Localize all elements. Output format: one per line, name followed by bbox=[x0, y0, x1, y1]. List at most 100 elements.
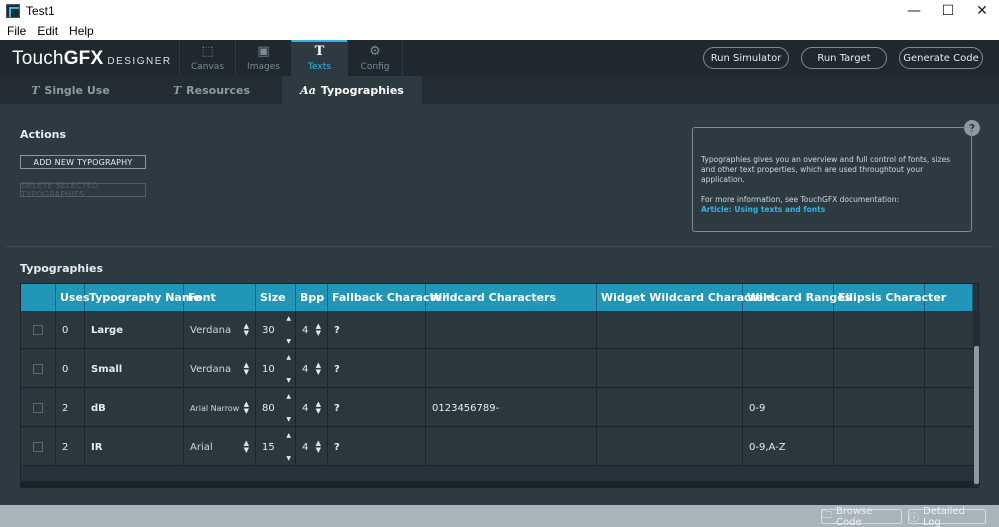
menu-file[interactable]: File bbox=[7, 24, 26, 38]
typographies-table: Uses Typography Name Font Size Bpp Fallb… bbox=[20, 283, 980, 488]
cell-fallback[interactable]: ? bbox=[328, 350, 426, 388]
updown-icon: ▲ ▼ bbox=[243, 322, 249, 337]
cell-wildcard[interactable] bbox=[426, 428, 597, 466]
row-checkbox[interactable] bbox=[33, 364, 43, 374]
cell-name[interactable]: dB bbox=[85, 389, 184, 427]
table-row[interactable]: 2 dB Arial Narrow ▲ ▼ 80 ▲ ▼ 4 ▲ ▼ ? 012345678… bbox=[21, 389, 973, 427]
tab-single-use[interactable]: T Single Use bbox=[0, 76, 141, 104]
font-select[interactable]: Arial ▲ ▼ bbox=[184, 428, 256, 466]
texts-icon: T bbox=[314, 44, 325, 59]
col-ellipsis-character[interactable]: Ellipsis Character bbox=[834, 284, 946, 311]
horizontal-scrollbar[interactable] bbox=[21, 481, 973, 488]
table-row[interactable]: 0 Small Verdana ▲ ▼ 10 ▲ ▼ 4 ▲ ▼ ? bbox=[21, 350, 973, 388]
spin-arrows-icon[interactable]: ▲ ▼ bbox=[286, 432, 291, 462]
cell-uses: 0 bbox=[56, 311, 85, 349]
cell-ranges[interactable] bbox=[743, 350, 834, 388]
cell-ellipsis[interactable] bbox=[834, 350, 925, 388]
info-icon: ⓘ bbox=[909, 513, 919, 524]
row-checkbox[interactable] bbox=[33, 442, 43, 452]
add-typography-button[interactable]: ADD NEW TYPOGRAPHY bbox=[20, 155, 146, 169]
generate-code-button[interactable]: Generate Code bbox=[899, 47, 983, 69]
row-checkbox[interactable] bbox=[33, 403, 43, 413]
col-bpp[interactable]: Bpp bbox=[296, 284, 328, 311]
col-font[interactable]: Font bbox=[184, 284, 256, 311]
col-wildcard-ranges[interactable]: Wildcard Ranges bbox=[743, 284, 851, 311]
text-resource-icon: T bbox=[172, 83, 182, 97]
cell-ranges[interactable] bbox=[743, 311, 834, 349]
bpp-select[interactable]: 4 ▲ ▼ bbox=[296, 350, 328, 388]
size-stepper[interactable]: 80 ▲ ▼ bbox=[256, 389, 296, 427]
cell-widget-wildcard[interactable] bbox=[597, 389, 743, 427]
close-icon[interactable]: ✕ bbox=[965, 0, 999, 22]
col-wildcard-characters[interactable]: Wildcard Characters bbox=[426, 284, 597, 311]
cell-widget-wildcard[interactable] bbox=[597, 311, 743, 349]
menu-bar: File Edit Help bbox=[0, 22, 999, 40]
bpp-select[interactable]: 4 ▲ ▼ bbox=[296, 311, 328, 349]
col-typography-name[interactable]: Typography Name bbox=[85, 284, 201, 311]
cell-widget-wildcard[interactable] bbox=[597, 428, 743, 466]
cell-uses: 2 bbox=[56, 428, 85, 466]
cell-ellipsis[interactable] bbox=[834, 311, 925, 349]
detailed-log-button[interactable]: ⓘ Detailed Log bbox=[908, 506, 986, 527]
folder-icon: 🗀 bbox=[822, 510, 832, 521]
cell-ranges[interactable]: 0-9,A-Z bbox=[743, 428, 834, 466]
tab-images[interactable]: ▣ Images bbox=[235, 40, 291, 76]
col-fallback-character[interactable]: Fallback Character bbox=[328, 284, 448, 311]
cell-name[interactable]: Large bbox=[85, 311, 184, 349]
tab-config[interactable]: ⚙ Config bbox=[347, 40, 403, 76]
cell-wildcard[interactable]: 0123456789- bbox=[426, 389, 597, 427]
run-target-button[interactable]: Run Target bbox=[801, 47, 887, 69]
cell-fallback[interactable]: ? bbox=[328, 389, 426, 427]
maximize-icon[interactable]: ☐ bbox=[931, 0, 965, 22]
updown-icon: ▲ ▼ bbox=[243, 400, 249, 415]
table-row[interactable]: 0 Large Verdana ▲ ▼ 30 ▲ ▼ 4 ▲ ▼ ? bbox=[21, 311, 973, 349]
vertical-scrollbar[interactable] bbox=[973, 311, 980, 487]
cell-fallback[interactable]: ? bbox=[328, 311, 426, 349]
spin-arrows-icon[interactable]: ▲ ▼ bbox=[286, 393, 291, 423]
gear-icon: ⚙ bbox=[369, 44, 381, 59]
minimize-icon[interactable]: — bbox=[897, 0, 931, 22]
updown-icon: ▲ ▼ bbox=[315, 439, 321, 454]
cell-widget-wildcard[interactable] bbox=[597, 350, 743, 388]
font-select[interactable]: Verdana ▲ ▼ bbox=[184, 311, 256, 349]
bpp-select[interactable]: 4 ▲ ▼ bbox=[296, 389, 328, 427]
tab-texts[interactable]: T Texts bbox=[291, 40, 347, 76]
cell-fallback[interactable]: ? bbox=[328, 428, 426, 466]
cell-ranges[interactable]: 0-9 bbox=[743, 389, 834, 427]
row-cell-select bbox=[21, 350, 56, 388]
scrollbar-thumb[interactable] bbox=[974, 346, 979, 484]
size-stepper[interactable]: 15 ▲ ▼ bbox=[256, 428, 296, 466]
size-stepper[interactable]: 10 ▲ ▼ bbox=[256, 350, 296, 388]
cell-wildcard[interactable] bbox=[426, 311, 597, 349]
cell-name[interactable]: IR bbox=[85, 428, 184, 466]
info-description: Typographies gives you an overview and f… bbox=[701, 155, 951, 184]
cell-ellipsis[interactable] bbox=[834, 389, 925, 427]
tab-typographies[interactable]: Aa Typographies bbox=[282, 76, 422, 104]
menu-edit[interactable]: Edit bbox=[37, 24, 58, 38]
font-select[interactable]: Arial Narrow ▲ ▼ bbox=[184, 389, 256, 427]
tab-resources[interactable]: T Resources bbox=[141, 76, 282, 104]
delete-typographies-button[interactable]: DELETE SELECTED TYPOGRAPHIES bbox=[20, 181, 146, 199]
run-simulator-button[interactable]: Run Simulator bbox=[703, 47, 789, 69]
app-toolbar: TouchGFX DESIGNER ⬚ Canvas ▣ Images T Tex… bbox=[0, 40, 999, 76]
font-select[interactable]: Verdana ▲ ▼ bbox=[184, 350, 256, 388]
table-row[interactable]: 2 IR Arial ▲ ▼ 15 ▲ ▼ 4 ▲ ▼ ? 0-9,A-Z bbox=[21, 428, 973, 466]
spin-arrows-icon[interactable]: ▲ ▼ bbox=[286, 354, 291, 384]
size-stepper[interactable]: 30 ▲ ▼ bbox=[256, 311, 296, 349]
cell-ellipsis[interactable] bbox=[834, 428, 925, 466]
col-size[interactable]: Size bbox=[256, 284, 296, 311]
info-reference: For more information, see TouchGFX docum… bbox=[701, 195, 899, 204]
docs-link[interactable]: Article: Using texts and fonts bbox=[701, 205, 963, 215]
bpp-select[interactable]: 4 ▲ ▼ bbox=[296, 428, 328, 466]
cell-name[interactable]: Small bbox=[85, 350, 184, 388]
col-widget-wildcard-characters[interactable]: Widget Wildcard Characters bbox=[597, 284, 775, 311]
tab-canvas[interactable]: ⬚ Canvas bbox=[179, 40, 235, 76]
col-uses[interactable]: Uses bbox=[56, 284, 90, 311]
row-checkbox[interactable] bbox=[33, 325, 43, 335]
cell-wildcard[interactable] bbox=[426, 350, 597, 388]
browse-code-button[interactable]: 🗀 Browse Code bbox=[821, 506, 902, 527]
spin-arrows-icon[interactable]: ▲ ▼ bbox=[286, 315, 291, 345]
menu-help[interactable]: Help bbox=[69, 24, 94, 38]
status-bar: 🗀 Browse Code ⓘ Detailed Log bbox=[0, 505, 999, 527]
touchgfx-logo: TouchGFX DESIGNER bbox=[12, 48, 172, 69]
